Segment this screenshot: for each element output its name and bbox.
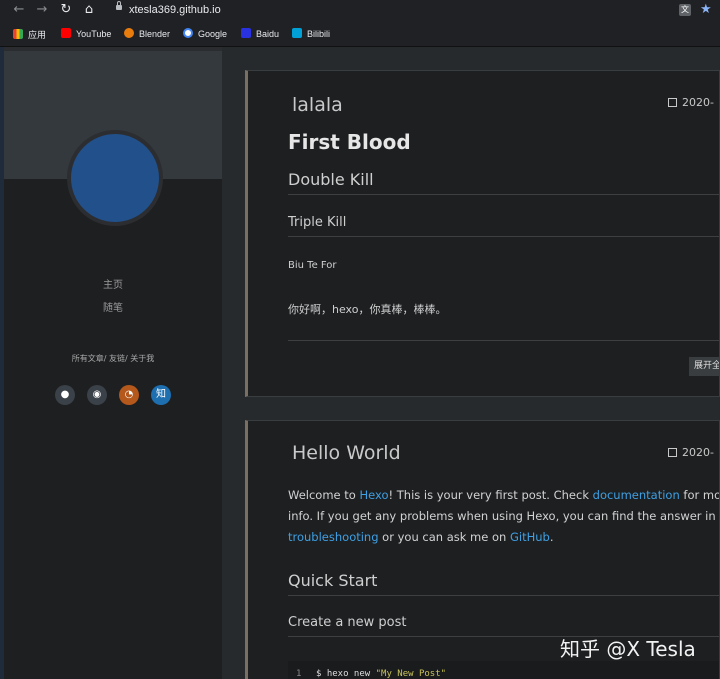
sidebar: 主页 随笔 所有文章/ 友链/ 关于我 ● ◉ ◔ 知	[4, 51, 222, 679]
bookmark-star-icon[interactable]: ★	[700, 2, 712, 17]
hexo-link[interactable]: Hexo	[359, 488, 388, 502]
weibo-icon[interactable]: ◉	[87, 385, 107, 405]
divider	[288, 340, 719, 341]
post-title[interactable]: Hello World	[292, 442, 401, 464]
bookmark-bilibili[interactable]: Bilibili	[292, 28, 330, 41]
bookmarks-bar: 应用 YouTube Blender Google Baidu Bilibili	[0, 22, 720, 47]
blender-icon	[124, 28, 134, 38]
bookmark-apps[interactable]: 应用	[13, 28, 46, 41]
bilibili-icon	[292, 28, 302, 38]
web-page: 主页 随笔 所有文章/ 友链/ 关于我 ● ◉ ◔ 知 lalala 2020-…	[0, 47, 720, 679]
sidebar-links[interactable]: 所有文章/ 友链/ 关于我	[4, 353, 222, 364]
troubleshooting-link[interactable]: troubleshooting	[288, 530, 379, 544]
baidu-icon	[241, 28, 251, 38]
nav-essays[interactable]: 随笔	[4, 299, 222, 314]
reload-icon[interactable]: ↻	[59, 3, 73, 17]
code-line: $ hexo new "My New Post"	[316, 669, 447, 679]
post-title[interactable]: lalala	[292, 94, 343, 116]
github-link[interactable]: GitHub	[510, 530, 550, 544]
browser-toolbar: ← → ↻ ⌂ xtesla369.github.io 文 ★	[0, 0, 720, 22]
forward-icon[interactable]: →	[35, 3, 49, 17]
heading-3: Triple Kill	[288, 215, 719, 237]
google-icon	[183, 28, 193, 38]
bookmark-blender[interactable]: Blender	[124, 28, 170, 41]
lock-icon	[116, 1, 122, 10]
intro-paragraph: Welcome to Hexo! This is your very first…	[288, 488, 719, 544]
bookmark-youtube[interactable]: YouTube	[61, 28, 111, 41]
youtube-icon	[61, 28, 71, 38]
rss-icon[interactable]: ◔	[119, 385, 139, 405]
github-icon[interactable]: ●	[55, 385, 75, 405]
documentation-link[interactable]: documentation	[593, 488, 680, 502]
apps-grid-icon	[13, 29, 23, 39]
heading-1: First Blood	[288, 130, 411, 154]
heading-2: Double Kill	[288, 170, 719, 195]
post-date: 2020-	[668, 446, 714, 459]
paragraph: Biu Te For	[288, 260, 337, 271]
post-card: lalala 2020- First Blood Double Kill Tri…	[245, 70, 720, 397]
nav-home[interactable]: 主页	[4, 276, 222, 291]
post-date: 2020-	[668, 96, 714, 109]
bookmark-google[interactable]: Google	[183, 28, 227, 41]
avatar[interactable]	[67, 130, 163, 226]
url-text[interactable]: xtesla369.github.io	[129, 4, 221, 16]
line-number: 1	[296, 669, 302, 679]
heading-2: Quick Start	[288, 571, 719, 596]
read-more-button[interactable]: 展开全	[689, 357, 719, 376]
zhihu-icon[interactable]: 知	[151, 385, 171, 405]
code-block: 1 $ hexo new "My New Post"	[288, 661, 719, 679]
watermark: 知乎 @X Tesla	[560, 637, 696, 661]
bookmark-baidu[interactable]: Baidu	[241, 28, 279, 41]
home-icon[interactable]: ⌂	[82, 3, 96, 17]
calendar-icon	[668, 448, 677, 457]
paragraph: 你好啊，hexo，你真棒，棒棒。	[288, 303, 447, 316]
back-icon[interactable]: ←	[12, 3, 26, 17]
calendar-icon	[668, 98, 677, 107]
translate-icon[interactable]: 文	[679, 4, 691, 16]
